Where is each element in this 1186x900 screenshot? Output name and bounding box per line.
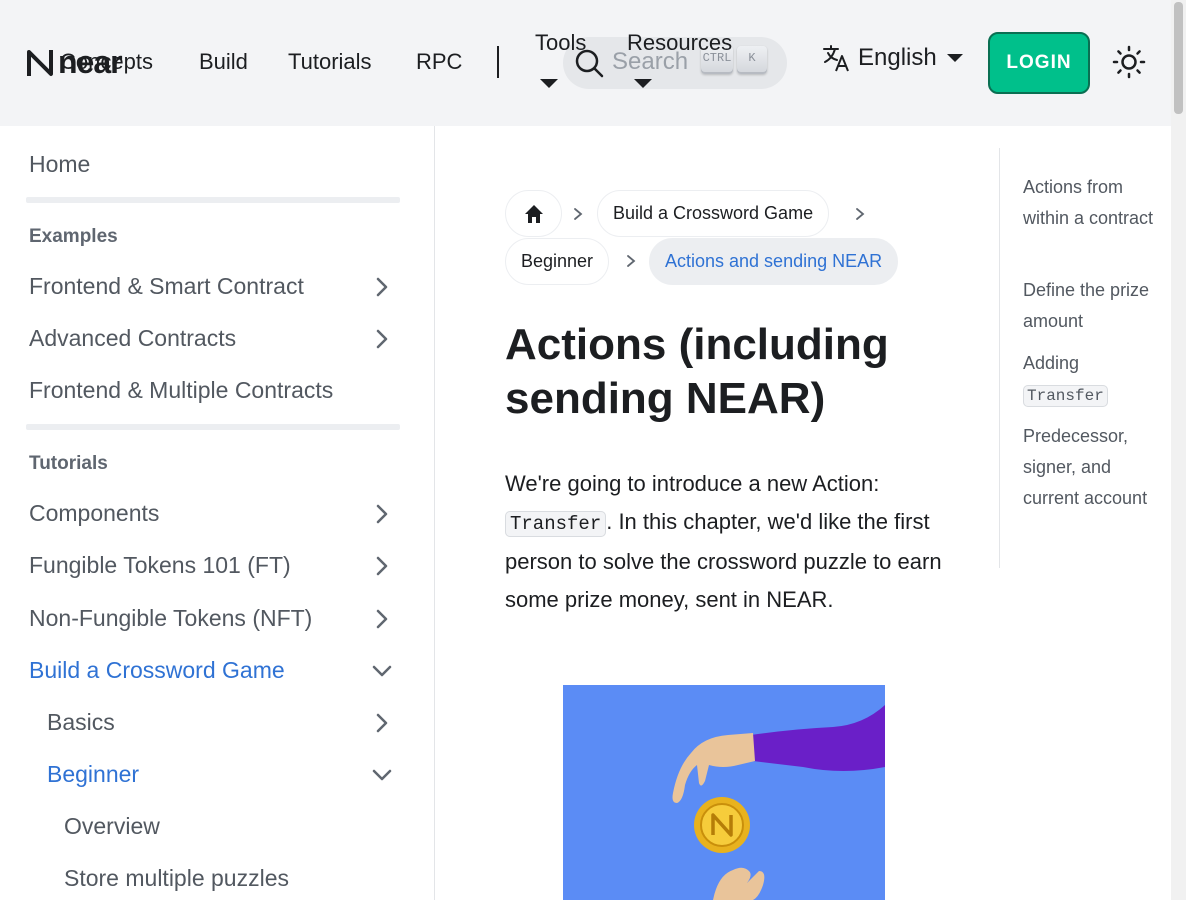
scrollbar-thumb[interactable]: [1174, 2, 1183, 114]
sidebar-item-beginner[interactable]: Beginner: [47, 761, 139, 788]
caret-down-icon: [946, 54, 963, 62]
breadcrumb-current: Actions and sending NEAR: [649, 238, 899, 285]
translate-icon: [823, 45, 849, 72]
chevron-right-icon[interactable]: [371, 276, 393, 298]
breadcrumb-home[interactable]: [505, 190, 562, 237]
sidebar-item-build-crossword[interactable]: Build a Crossword Game: [29, 657, 285, 684]
chevron-down-icon[interactable]: [371, 660, 393, 682]
navbar: near Concepts Build Tutorials RPC Search…: [0, 0, 1171, 126]
chevron-right-icon[interactable]: [371, 555, 393, 577]
hero-illustration: [563, 685, 885, 900]
sidebar-divider: [26, 424, 400, 430]
breadcrumb-beginner[interactable]: Beginner: [505, 238, 610, 285]
sidebar-item-frontend-multiple-contracts[interactable]: Frontend & Multiple Contracts: [29, 377, 333, 404]
sidebar-item-store-multiple-puzzles[interactable]: Store multiple puzzles: [64, 865, 289, 892]
sidebar-item-nft[interactable]: Non-Fungible Tokens (NFT): [29, 605, 312, 632]
chevron-right-icon[interactable]: [371, 608, 393, 630]
language-selector[interactable]: English: [822, 44, 963, 72]
page-title: Actions (including sending NEAR): [505, 320, 889, 423]
sidebar-item-fungible-tokens[interactable]: Fungible Tokens 101 (FT): [29, 552, 291, 579]
login-button[interactable]: LOGIN: [988, 32, 1090, 94]
sidebar-item-overview[interactable]: Overview: [64, 813, 160, 840]
sidebar-item-advanced-contracts[interactable]: Advanced Contracts: [29, 325, 236, 352]
toc-item-adding-label: Adding: [1023, 353, 1080, 373]
chevron-right-icon: [627, 255, 636, 267]
chevron-right-icon[interactable]: [371, 712, 393, 734]
chevron-right-icon[interactable]: [371, 503, 393, 525]
caret-down-icon: [540, 79, 558, 88]
toc-inline-code-transfer: Transfer: [1023, 385, 1108, 407]
chevron-down-icon[interactable]: [371, 764, 393, 786]
intro-text: We're going to introduce a new Action:: [505, 471, 880, 496]
toc-item-predecessor[interactable]: Predecessor, signer, and current account: [1023, 421, 1163, 514]
sidebar: Home Examples Frontend & Smart Contract …: [0, 126, 435, 900]
nav-link-tools[interactable]: Tools: [535, 30, 586, 56]
inline-code-transfer: Transfer: [505, 511, 607, 537]
nav-link-rpc[interactable]: RPC: [416, 49, 462, 75]
toc-item-define-prize[interactable]: Define the prize amount: [1023, 275, 1163, 337]
nav-link-concepts[interactable]: Concepts: [60, 49, 153, 75]
near-logo-icon: [27, 49, 53, 76]
sidebar-heading-examples: Examples: [29, 226, 118, 247]
chevron-right-icon: [574, 208, 583, 220]
home-icon: [524, 204, 543, 223]
sidebar-divider: [26, 197, 400, 203]
sidebar-heading-tutorials: Tutorials: [29, 453, 108, 474]
sidebar-item-basics[interactable]: Basics: [47, 709, 115, 736]
language-label: English: [858, 44, 937, 71]
nav-link-build[interactable]: Build: [199, 49, 248, 75]
nav-separator: [497, 46, 499, 78]
sidebar-item-components[interactable]: Components: [29, 500, 159, 527]
sidebar-item-home[interactable]: Home: [29, 151, 90, 178]
nav-link-tutorials[interactable]: Tutorials: [288, 49, 372, 75]
kbd-k: K: [737, 46, 767, 74]
page-scrollbar[interactable]: [1171, 0, 1186, 900]
caret-down-icon: [634, 79, 652, 88]
breadcrumb-build-crossword[interactable]: Build a Crossword Game: [597, 190, 830, 237]
nav-link-resources[interactable]: Resources: [627, 30, 732, 56]
table-of-contents: Actions from within a contract Define th…: [999, 148, 1171, 568]
hand-coin-illustration: [672, 705, 885, 900]
toc-item-adding-transfer[interactable]: Adding Transfer: [1023, 348, 1163, 412]
intro-paragraph: We're going to introduce a new Action: T…: [505, 465, 955, 619]
chevron-right-icon: [856, 208, 865, 220]
toc-item-actions-within-contract[interactable]: Actions from within a contract: [1023, 172, 1163, 234]
sun-icon: [1112, 45, 1146, 79]
theme-toggle-button[interactable]: [1112, 45, 1146, 84]
sidebar-item-frontend-smart-contract[interactable]: Frontend & Smart Contract: [29, 273, 304, 300]
chevron-right-icon[interactable]: [371, 328, 393, 350]
